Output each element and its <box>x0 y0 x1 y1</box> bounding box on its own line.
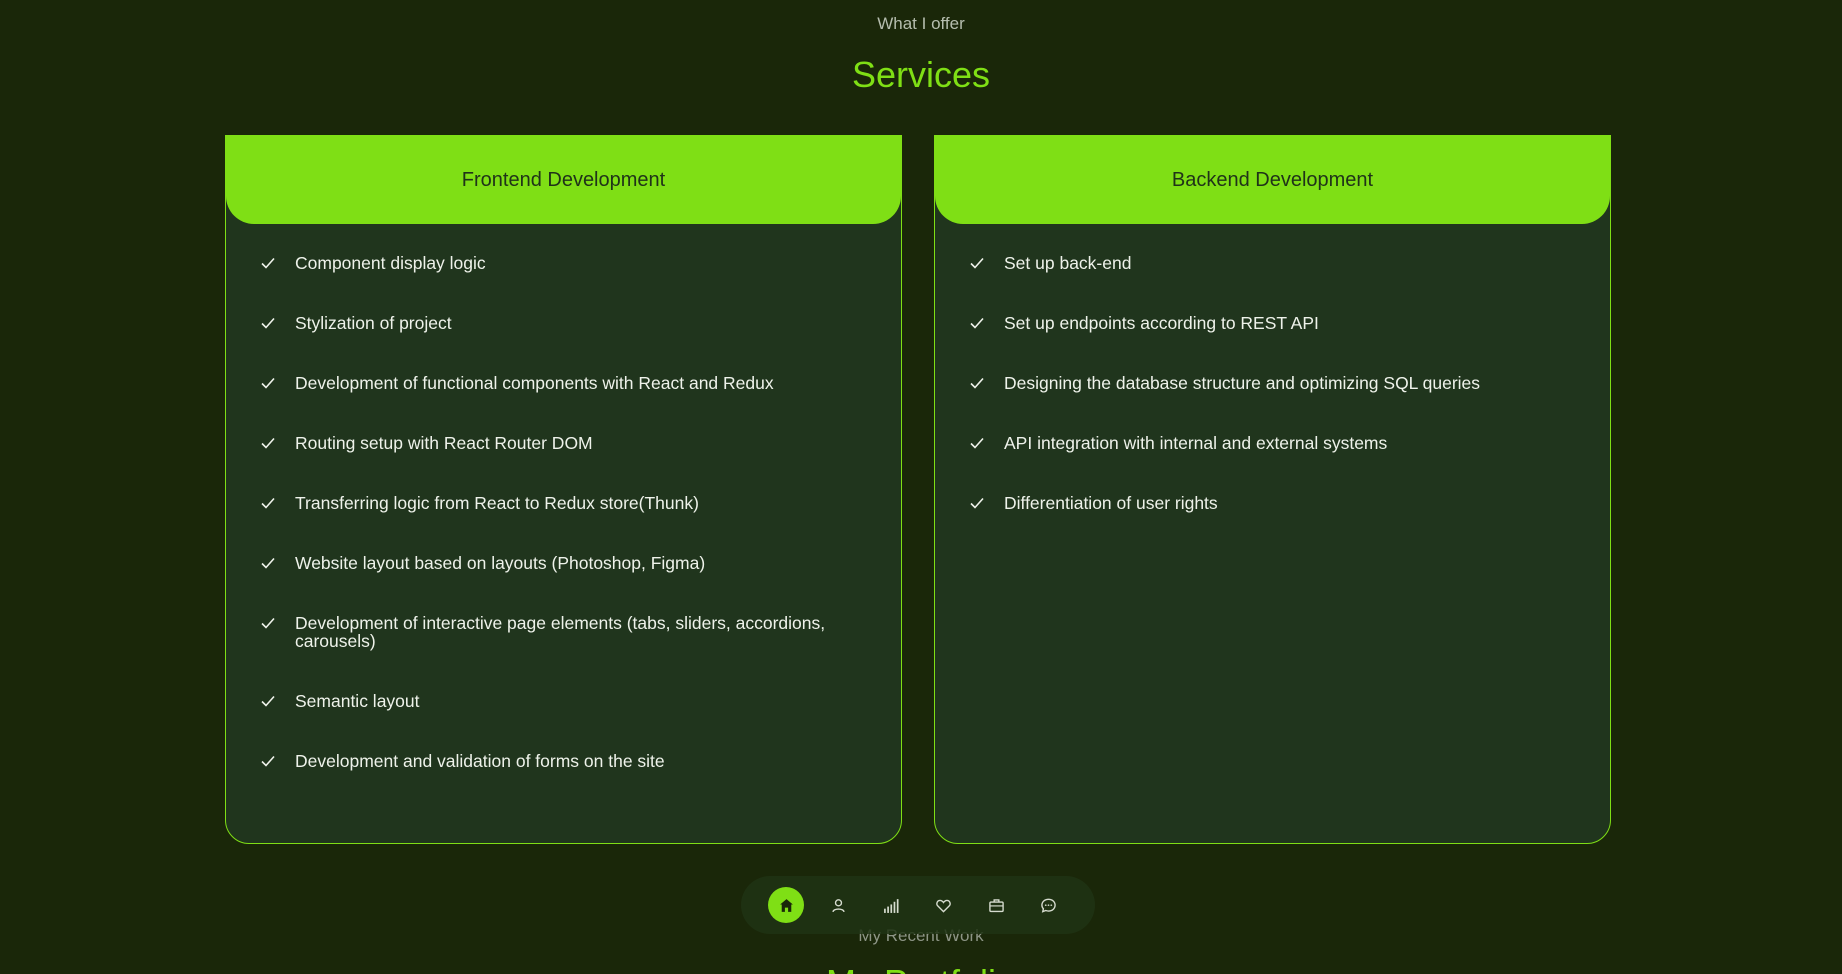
list-item: Transferring logic from React to Redux s… <box>260 494 867 512</box>
bottom-nav <box>741 876 1095 934</box>
list-item: Development of interactive page elements… <box>260 614 867 650</box>
list-item: Set up back-end <box>969 254 1576 272</box>
check-icon <box>261 377 275 389</box>
backend-card: Backend Development Set up back-end Set … <box>934 135 1611 844</box>
list-item: Designing the database structure and opt… <box>969 374 1576 392</box>
list-item: Differentiation of user rights <box>969 494 1576 512</box>
check-icon <box>970 257 984 269</box>
portfolio-title: My Portfolio <box>0 962 1842 974</box>
frontend-card-header: Frontend Development <box>226 136 901 224</box>
check-icon <box>261 257 275 269</box>
frontend-services-list: Component display logic Stylization of p… <box>226 224 901 770</box>
check-icon <box>970 377 984 389</box>
section-subtitle: What I offer <box>877 14 965 33</box>
nav-skills-button[interactable] <box>873 887 909 923</box>
nav-about-button[interactable] <box>821 887 857 923</box>
list-item: Stylization of project <box>260 314 867 332</box>
home-icon <box>779 898 793 912</box>
signal-bars-icon <box>883 898 899 913</box>
check-icon <box>261 695 275 707</box>
check-icon <box>261 497 275 509</box>
briefcase-icon <box>988 898 1004 912</box>
backend-card-title: Backend Development <box>1171 168 1374 191</box>
user-icon <box>832 898 845 912</box>
nav-home-button[interactable] <box>768 887 804 923</box>
heart-icon <box>936 899 951 913</box>
nav-contact-button[interactable] <box>1031 887 1067 923</box>
check-icon <box>261 617 275 629</box>
backend-card-header: Backend Development <box>935 136 1610 224</box>
check-icon <box>970 437 984 449</box>
nav-portfolio-button[interactable] <box>978 887 1014 923</box>
check-icon <box>970 497 984 509</box>
list-item: Routing setup with React Router DOM <box>260 434 867 452</box>
list-item: Component display logic <box>260 254 867 272</box>
nav-services-button[interactable] <box>926 887 962 923</box>
frontend-card-title: Frontend Development <box>461 168 666 191</box>
section-title: Services <box>851 54 991 95</box>
list-item: API integration with internal and extern… <box>969 434 1576 452</box>
list-item: Website layout based on layouts (Photosh… <box>260 554 867 572</box>
check-icon <box>261 437 275 449</box>
check-icon <box>261 755 275 767</box>
list-item: Development and validation of forms on t… <box>260 752 867 770</box>
check-icon <box>970 317 984 329</box>
list-item: Semantic layout <box>260 692 867 710</box>
list-item: Development of functional components wit… <box>260 374 867 392</box>
list-item: Set up endpoints according to REST API <box>969 314 1576 332</box>
check-icon <box>261 317 275 329</box>
chat-icon <box>1041 898 1056 913</box>
backend-services-list: Set up back-end Set up endpoints accordi… <box>935 224 1610 512</box>
check-icon <box>261 557 275 569</box>
frontend-card: Frontend Development Component display l… <box>225 135 902 844</box>
